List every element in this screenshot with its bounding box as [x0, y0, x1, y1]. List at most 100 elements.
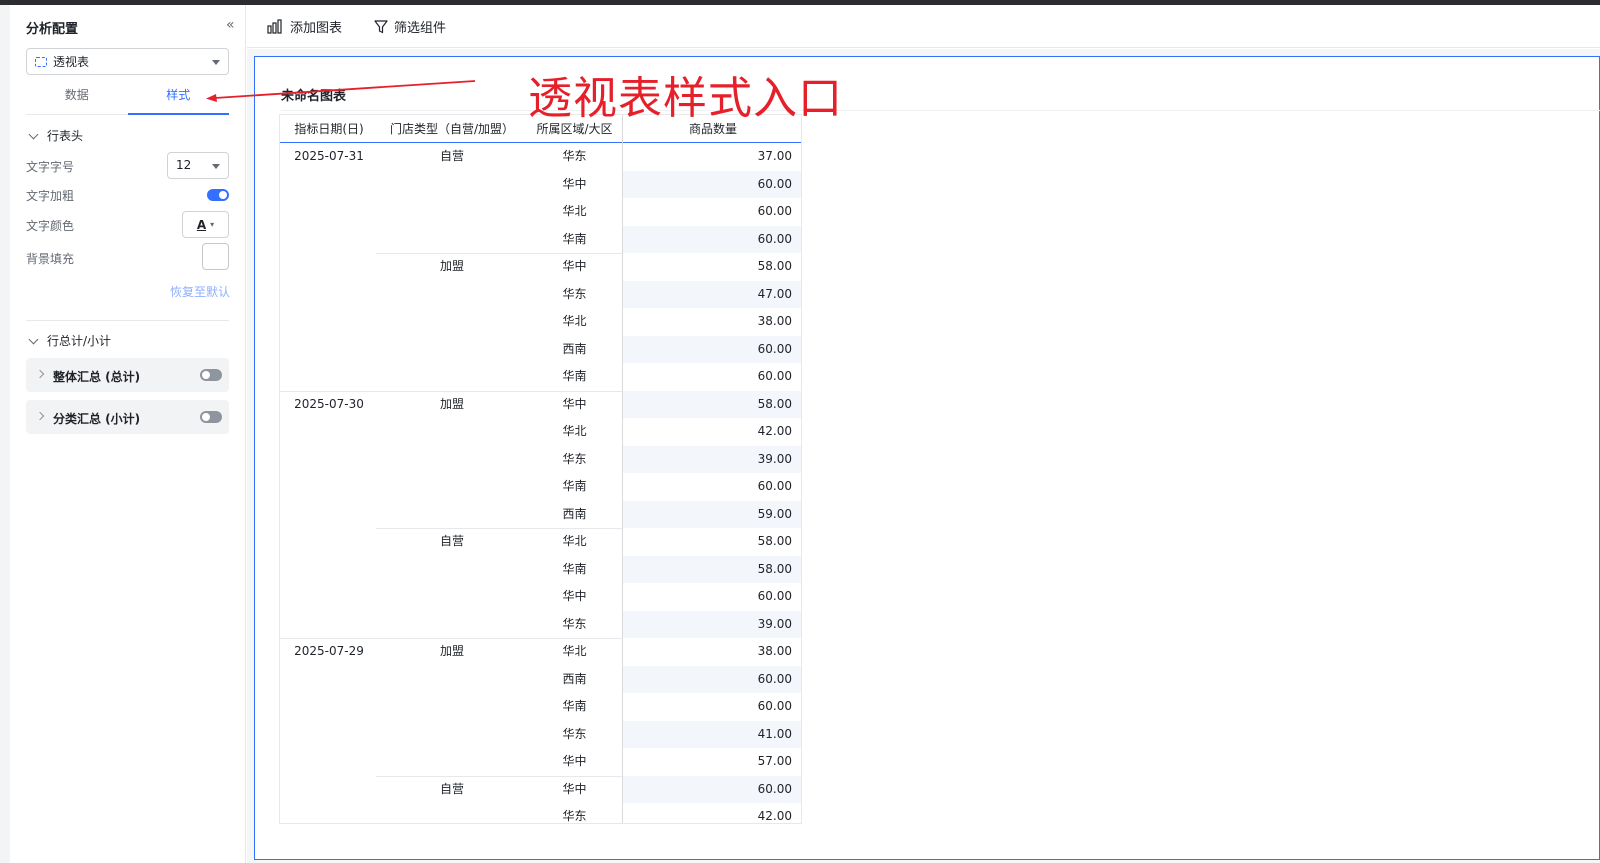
region-cell: 华东	[562, 726, 587, 741]
quantity-cell: 58.00	[757, 396, 792, 411]
reset-default-link[interactable]: 恢复至默认	[170, 283, 230, 300]
quantity-cell: 38.00	[757, 644, 792, 658]
region-cell: 华中	[562, 781, 587, 796]
chart-card[interactable]: 未命名图表 指标日期(日) 门店类型（自营/加盟） 所属区域/大区 商品数量 3…	[254, 56, 1600, 860]
table-row: 60.00	[623, 335, 801, 363]
quantity-cell: 38.00	[757, 314, 792, 328]
region-cell: 华南	[562, 369, 587, 383]
region-cell: 西南	[562, 671, 587, 686]
table-row: 38.00	[623, 308, 801, 336]
table-row: 58.00	[623, 555, 801, 583]
quantity-cell: 60.00	[757, 699, 792, 713]
bg-fill-picker[interactable]	[202, 243, 229, 270]
app-stage: 分析配置 « 透视表 数据 样式 行表头 文字字号 12 文字加粗 文字颜色 A…	[10, 5, 1600, 863]
table-row: 60.00	[623, 665, 801, 693]
table-row: 47.00	[623, 280, 801, 308]
table-row: 58.00	[623, 253, 801, 281]
store-type-cell: 自营	[439, 534, 464, 548]
font-size-label: 文字字号	[26, 160, 75, 174]
caret-down-icon: ▾	[210, 220, 215, 229]
quantity-cell: 58.00	[757, 561, 792, 576]
region-cell: 华东	[562, 451, 587, 466]
add-chart-icon	[267, 19, 282, 34]
font-color-icon: A	[196, 217, 207, 232]
row-header-section[interactable]: 行表头	[26, 127, 83, 144]
chart-type-select[interactable]: 透视表	[26, 48, 229, 75]
tab-data[interactable]: 数据	[26, 83, 128, 114]
caret-down-icon	[212, 60, 220, 65]
subtotal-label: 分类汇总 (小计)	[53, 412, 141, 426]
quantity-cell: 60.00	[757, 479, 792, 493]
table-row: 38.00	[623, 638, 801, 666]
region-cell: 华中	[562, 396, 587, 411]
region-cell: 华东	[562, 809, 587, 823]
table-row: 60.00	[623, 198, 801, 226]
quantity-cell: 60.00	[757, 231, 792, 246]
store-type-cell: 自营	[439, 781, 464, 796]
column-header-date[interactable]: 指标日期(日)	[280, 115, 378, 143]
region-cell: 华南	[562, 231, 587, 246]
add-chart-button[interactable]: 添加图表	[267, 17, 342, 36]
quantity-cell: 42.00	[757, 424, 792, 438]
region-cell: 华中	[562, 589, 587, 603]
dashboard-canvas: 未命名图表 指标日期(日) 门店类型（自营/加盟） 所属区域/大区 商品数量 3…	[247, 49, 1600, 863]
table-row: 58.00	[623, 390, 801, 418]
table-row: 39.00	[623, 445, 801, 473]
subtotal-card[interactable]: 分类汇总 (小计)	[26, 400, 229, 434]
pivot-table: 指标日期(日) 门店类型（自营/加盟） 所属区域/大区 商品数量 37.00 华东…	[279, 114, 802, 824]
table-row: 60.00	[623, 775, 801, 803]
divider	[281, 110, 1600, 111]
chevron-right-icon	[35, 369, 45, 379]
quantity-cell: 60.00	[757, 176, 792, 191]
grand-total-card[interactable]: 整体汇总 (总计)	[26, 358, 229, 392]
quantity-cell: 60.00	[757, 204, 792, 218]
font-size-value: 12	[176, 158, 192, 172]
panel-title: 分析配置	[26, 22, 79, 37]
annotation-text: 透视表样式入口	[528, 73, 843, 124]
region-cell: 华东	[562, 286, 587, 301]
region-cell: 华中	[562, 176, 587, 191]
region-cell: 华中	[562, 754, 587, 768]
toolbar: 添加图表 筛选组件	[247, 5, 1600, 48]
chevron-down-icon	[28, 129, 39, 139]
quantity-cell: 58.00	[757, 259, 792, 273]
pivot-table-icon	[35, 56, 47, 67]
chart-type-value: 透视表	[53, 55, 90, 69]
store-type-cell: 加盟	[439, 644, 464, 658]
chevron-down-icon	[28, 334, 39, 344]
grand-total-label: 整体汇总 (总计)	[53, 370, 141, 384]
table-row: 41.00	[623, 720, 801, 748]
store-type-cell: 加盟	[439, 259, 464, 273]
table-row: 39.00	[623, 610, 801, 638]
column-header-store-type[interactable]: 门店类型（自营/加盟）	[378, 115, 526, 143]
filter-widget-button[interactable]: 筛选组件	[374, 17, 446, 36]
region-cell: 华东	[562, 616, 587, 631]
chart-title: 未命名图表	[281, 89, 347, 104]
table-row: 60.00	[623, 473, 801, 501]
region-cell: 华北	[562, 204, 587, 218]
collapse-icon[interactable]: «	[226, 17, 235, 33]
quantity-cell: 47.00	[757, 286, 792, 301]
table-row: 60.00	[623, 583, 801, 611]
subtotal-toggle[interactable]	[200, 411, 222, 423]
bold-label: 文字加粗	[26, 189, 75, 203]
text-color-picker[interactable]: A ▾	[182, 211, 229, 238]
quantity-cell: 42.00	[757, 809, 792, 823]
quantity-cell: 59.00	[757, 506, 792, 521]
group-divider	[376, 253, 623, 254]
region-cell: 西南	[562, 341, 587, 356]
table-row: 60.00	[623, 225, 801, 253]
region-cell: 华北	[562, 534, 587, 548]
font-size-select[interactable]: 12	[167, 152, 229, 179]
totals-section[interactable]: 行总计/小计	[26, 332, 111, 349]
filter-icon	[374, 19, 388, 33]
grand-total-toggle[interactable]	[200, 369, 222, 381]
table-row: 60.00	[623, 363, 801, 391]
quantity-cell: 60.00	[757, 369, 792, 383]
tab-style[interactable]: 样式	[127, 83, 230, 115]
table-row: 57.00	[623, 748, 801, 776]
bold-toggle[interactable]	[207, 189, 229, 201]
divider	[26, 320, 229, 321]
region-cell: 华南	[562, 479, 587, 493]
table-row: 60.00	[623, 693, 801, 721]
